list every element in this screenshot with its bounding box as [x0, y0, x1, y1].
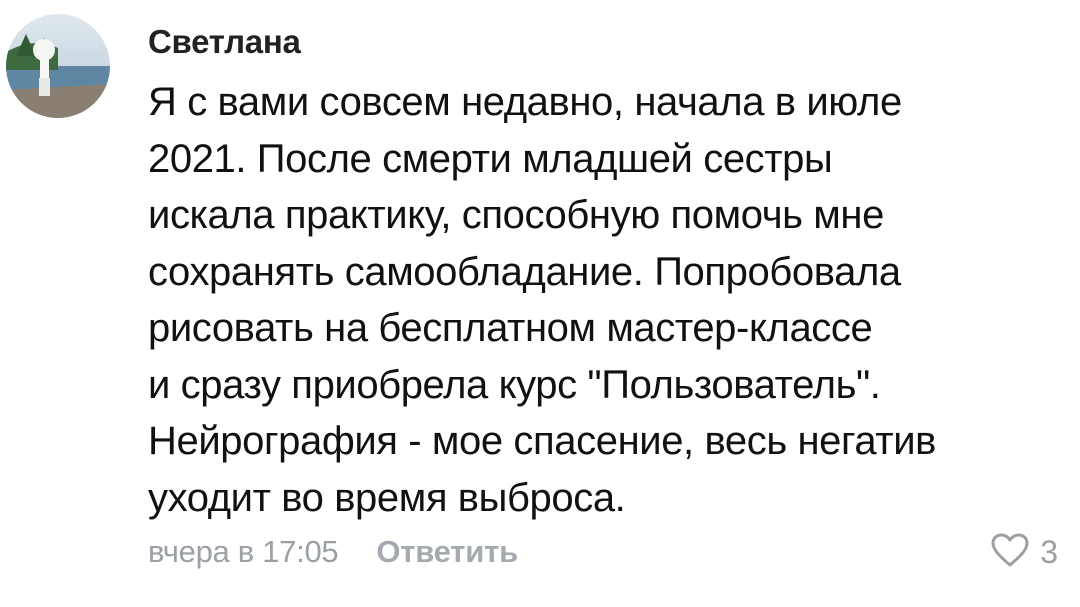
- heart-icon: [990, 532, 1030, 573]
- comment-text-line: сохранять самообладание. Попробовала: [148, 249, 901, 294]
- comment-author[interactable]: Светлана: [148, 22, 301, 62]
- comment-footer: вчера в 17:05 Ответить 3: [148, 530, 1058, 574]
- like-button[interactable]: 3: [990, 530, 1058, 574]
- comment-text-line: искала практику, способную помочь мне: [148, 193, 884, 237]
- reply-button[interactable]: Ответить: [376, 534, 518, 570]
- comment-text-line: уходит во время выброса.: [148, 475, 626, 520]
- comment-text-line: рисовать на бесплатном мастер-классе: [148, 306, 873, 350]
- comment-text-line: 2021. После смерти младшей сестры: [148, 136, 833, 181]
- comment: Светлана Я с вами совсем недавно, начала…: [0, 0, 1080, 607]
- comment-text-line: и сразу приобрела курс "Пользователь".: [148, 362, 881, 407]
- comment-text-line: Нейрография - мое спасение, весь негатив: [148, 419, 937, 463]
- comment-text-line: Я с вами совсем недавно, начала в июле: [148, 80, 902, 124]
- like-count: 3: [1040, 533, 1058, 570]
- comment-timestamp: вчера в 17:05: [148, 534, 339, 569]
- comment-text: Я с вами совсем недавно, начала в июле 2…: [148, 74, 1048, 526]
- avatar[interactable]: [6, 14, 110, 118]
